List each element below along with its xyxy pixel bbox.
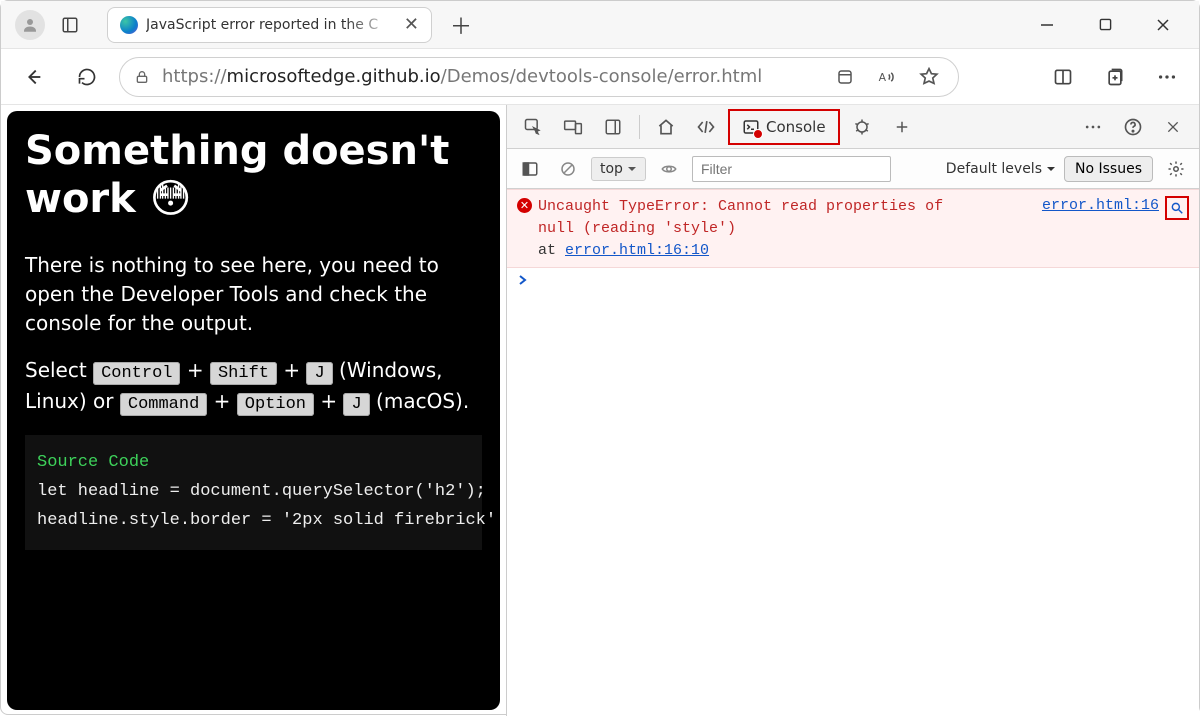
- page-viewport: Something doesn't work 😳 There is nothin…: [1, 105, 506, 716]
- browser-toolbar: https://microsoftedge.github.io/Demos/de…: [1, 49, 1199, 105]
- context-label: top: [600, 161, 623, 177]
- settings-more-icon[interactable]: [1145, 55, 1189, 99]
- profile-avatar[interactable]: [15, 10, 45, 40]
- console-prompt[interactable]: [507, 268, 1199, 292]
- window-controls: [1035, 18, 1191, 32]
- tab-title: JavaScript error reported in the C: [146, 17, 396, 33]
- error-line-2: null (reading 'style'): [538, 220, 736, 237]
- error-source-link[interactable]: error.html:16: [1042, 197, 1159, 214]
- close-window-button[interactable]: [1151, 18, 1175, 32]
- live-expression-icon[interactable]: [654, 154, 684, 184]
- mac-suffix: (macOS).: [370, 389, 470, 413]
- tab-close-icon[interactable]: ✕: [404, 14, 419, 35]
- console-output: ✕ Uncaught TypeError: Cannot read proper…: [507, 189, 1199, 716]
- code-line-1: let headline = document.querySelector('h…: [37, 478, 470, 507]
- url-scheme: https://: [162, 66, 227, 87]
- devtools-more-icon[interactable]: [1075, 109, 1111, 145]
- url-host: microsoftedge.github.io: [227, 66, 441, 87]
- clear-console-icon[interactable]: [553, 154, 583, 184]
- console-error-row[interactable]: ✕ Uncaught TypeError: Cannot read proper…: [507, 189, 1199, 268]
- split-screen-icon[interactable]: [1041, 55, 1085, 99]
- page-shortcut-line: Select Control + Shift + J (Windows, Lin…: [25, 356, 482, 417]
- content-area: Something doesn't work 😳 There is nothin…: [1, 105, 1199, 716]
- stack-link[interactable]: error.html:16:10: [565, 242, 709, 259]
- devtools-close-icon[interactable]: [1155, 109, 1191, 145]
- log-levels-selector[interactable]: Default levels: [946, 161, 1056, 177]
- context-selector[interactable]: top: [591, 157, 646, 181]
- minimize-button[interactable]: [1035, 18, 1059, 32]
- browser-tab[interactable]: JavaScript error reported in the C ✕: [107, 7, 432, 43]
- console-tab[interactable]: Console: [728, 109, 840, 145]
- more-tabs-icon[interactable]: [884, 109, 920, 145]
- select-label: Select: [25, 358, 93, 382]
- address-bar[interactable]: https://microsoftedge.github.io/Demos/de…: [119, 57, 959, 97]
- back-button[interactable]: [11, 55, 55, 99]
- console-tab-label: Console: [766, 118, 826, 136]
- read-aloud-icon[interactable]: A: [872, 62, 902, 92]
- stack-prefix: at: [538, 242, 565, 259]
- url-text: https://microsoftedge.github.io/Demos/de…: [162, 66, 818, 87]
- kbd-shift: Shift: [210, 362, 277, 385]
- code-line-2: headline.style.border = '2px solid fireb…: [37, 507, 470, 536]
- elements-tab-icon[interactable]: [688, 109, 724, 145]
- page-paragraph-1: There is nothing to see here, you need t…: [25, 251, 482, 338]
- lock-icon: [134, 69, 150, 85]
- kbd-control: Control: [93, 362, 180, 385]
- plus-3: +: [207, 389, 236, 413]
- refresh-button[interactable]: [65, 55, 109, 99]
- error-line-1: Uncaught TypeError: Cannot read properti…: [538, 198, 943, 215]
- error-badge-icon: ✕: [517, 198, 532, 213]
- app-mode-icon[interactable]: [830, 62, 860, 92]
- url-path: /Demos/devtools-console/error.html: [441, 66, 763, 87]
- console-settings-icon[interactable]: [1161, 154, 1191, 184]
- dock-side-icon[interactable]: [595, 109, 631, 145]
- kbd-j: J: [306, 362, 332, 385]
- welcome-tab-icon[interactable]: [648, 109, 684, 145]
- page-heading: Something doesn't work 😳: [25, 127, 482, 223]
- devtools-panel: Console: [506, 105, 1199, 716]
- kbd-option: Option: [237, 393, 314, 416]
- page-heading-text: Something doesn't work: [25, 128, 449, 222]
- error-message: Uncaught TypeError: Cannot read properti…: [538, 196, 1042, 261]
- issues-tab-icon[interactable]: [844, 109, 880, 145]
- edge-favicon: [120, 16, 138, 34]
- console-filterbar: top Default levels No Issues: [507, 149, 1199, 189]
- maximize-button[interactable]: [1093, 18, 1117, 32]
- workspaces-icon[interactable]: [51, 6, 89, 44]
- plus-2: +: [277, 358, 306, 382]
- devtools-tabstrip: Console: [507, 105, 1199, 149]
- svg-text:A: A: [879, 71, 887, 84]
- new-tab-button[interactable]: ＋: [442, 6, 480, 44]
- issues-button[interactable]: No Issues: [1064, 156, 1153, 182]
- sidebar-toggle-icon[interactable]: [515, 154, 545, 184]
- favorites-icon[interactable]: [914, 62, 944, 92]
- inspect-element-icon[interactable]: [515, 109, 551, 145]
- plus-1: +: [180, 358, 209, 382]
- emoji-icon: 😳: [150, 175, 192, 223]
- collections-icon[interactable]: [1093, 55, 1137, 99]
- levels-label: Default levels: [946, 161, 1042, 177]
- console-icon: [742, 118, 760, 136]
- search-error-icon[interactable]: [1165, 196, 1189, 220]
- filter-input[interactable]: [692, 156, 891, 182]
- source-code-box: Source Code let headline = document.quer…: [25, 435, 482, 550]
- plus-4: +: [314, 389, 343, 413]
- device-toolbar-icon[interactable]: [555, 109, 591, 145]
- window-titlebar: JavaScript error reported in the C ✕ ＋: [1, 1, 1199, 49]
- kbd-j-2: J: [343, 393, 369, 416]
- kbd-command: Command: [120, 393, 207, 416]
- devtools-help-icon[interactable]: [1115, 109, 1151, 145]
- code-title: Source Code: [37, 449, 470, 478]
